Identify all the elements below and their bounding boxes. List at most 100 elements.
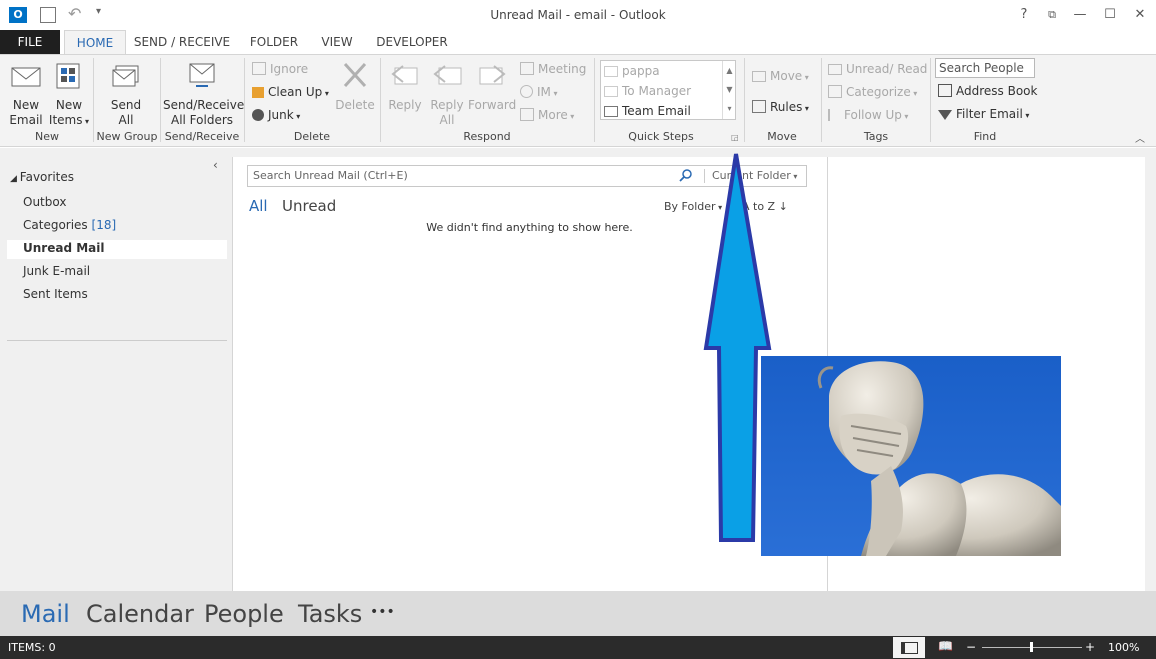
chevron-down-icon: ▾	[910, 89, 918, 98]
send-receive-all-folders-button[interactable]: Send/Receive All Folders	[163, 58, 244, 128]
maximize-button[interactable]: ☐	[1098, 4, 1122, 26]
quick-step-to-manager[interactable]: To Manager	[604, 81, 691, 101]
up-arrow-annotation	[703, 153, 772, 542]
folder-categories[interactable]: Categories [18]	[23, 218, 116, 232]
ignore-label: Ignore	[270, 62, 309, 76]
collapse-folder-pane-icon[interactable]: ‹	[213, 158, 218, 172]
zoom-level: 100%	[1108, 641, 1140, 654]
clean-up-button[interactable]: Clean Up ▾	[252, 82, 329, 102]
tab-send-receive[interactable]: SEND / RECEIVE	[132, 30, 232, 54]
new-email-icon	[11, 67, 41, 87]
nav-tasks[interactable]: Tasks	[298, 600, 362, 628]
envelope-icon	[828, 64, 842, 75]
folder-outbox[interactable]: Outbox	[23, 195, 66, 209]
folder-junk-email[interactable]: Junk E-mail	[23, 264, 90, 278]
right-edge	[1145, 148, 1156, 591]
search-people-input[interactable]: Search People	[935, 58, 1035, 78]
filter-unread-tab[interactable]: Unread	[282, 197, 336, 215]
ribbon-separator	[93, 58, 94, 142]
categories-count: [18]	[91, 218, 117, 232]
ignore-button[interactable]: Ignore	[252, 59, 308, 79]
search-icon[interactable]	[679, 168, 693, 182]
more-icon	[520, 108, 534, 121]
new-items-button[interactable]: New Items ▾	[48, 58, 90, 129]
clean-up-icon	[252, 87, 264, 98]
more-respond-button[interactable]: More ▾	[520, 105, 574, 125]
categories-label: Categories	[23, 218, 88, 232]
nav-more-icon[interactable]: •••	[370, 604, 395, 620]
reply-all-button[interactable]: Reply All	[426, 58, 468, 128]
nav-people[interactable]: People	[204, 600, 284, 628]
group-label-new: New	[35, 130, 59, 143]
quick-steps-scroll[interactable]: ▲ ▼ ▾	[722, 61, 736, 119]
collapse-ribbon-icon[interactable]: ︿	[1135, 130, 1145, 145]
normal-view-icon	[900, 642, 918, 654]
rules-label: Rules	[770, 100, 803, 114]
chevron-down-icon: ▾	[322, 89, 329, 98]
filter-icon	[938, 110, 952, 120]
close-button[interactable]: ✕	[1128, 4, 1152, 26]
categorize-button[interactable]: Categorize ▾	[828, 82, 917, 102]
follow-up-label: Follow Up	[844, 108, 902, 122]
im-label: IM	[537, 85, 551, 99]
follow-up-button[interactable]: Follow Up ▾	[828, 105, 908, 125]
new-items-icon	[56, 63, 80, 89]
filter-all-tab[interactable]: All	[249, 197, 268, 215]
folder-sent-items[interactable]: Sent Items	[23, 287, 88, 301]
reading-view-icon[interactable]: 📖	[938, 639, 953, 653]
tab-home[interactable]: HOME	[64, 30, 126, 54]
chevron-down-icon: ▾	[802, 73, 809, 82]
quick-step-icon	[604, 86, 618, 97]
unread-read-button[interactable]: Unread/ Read	[828, 59, 927, 79]
zoom-out-button[interactable]: −	[966, 640, 976, 654]
nav-calendar[interactable]: Calendar	[86, 600, 194, 628]
address-book-button[interactable]: Address Book	[938, 81, 1037, 101]
reply-all-label-2: All	[439, 113, 455, 127]
filter-email-button[interactable]: Filter Email ▾	[938, 104, 1029, 124]
forward-label: Forward	[468, 98, 517, 112]
new-email-button[interactable]: New Email	[4, 58, 48, 128]
new-email-label-2: Email	[9, 113, 43, 127]
group-label-new-group: New Group	[96, 130, 158, 143]
send-all-button[interactable]: Send All	[100, 58, 152, 128]
tab-file[interactable]: FILE	[0, 30, 60, 54]
nav-mail[interactable]: Mail	[21, 600, 70, 628]
group-label-quick-steps: Quick Steps	[628, 130, 694, 143]
chevron-down-icon: ▾	[802, 104, 809, 113]
folder-unread-mail[interactable]: Unread Mail	[23, 241, 104, 255]
meeting-button[interactable]: Meeting	[520, 59, 586, 79]
reply-all-label-1: Reply	[430, 98, 464, 112]
ribbon-separator	[380, 58, 381, 142]
chevron-down-icon: ▾	[293, 112, 301, 121]
dialog-launcher-icon[interactable]: ◲	[731, 133, 739, 142]
forward-button[interactable]: Forward	[468, 58, 516, 113]
help-button[interactable]: ?	[1012, 4, 1036, 26]
minimize-button[interactable]: —	[1068, 4, 1092, 26]
meeting-icon	[520, 62, 534, 75]
reply-button[interactable]: Reply	[384, 58, 426, 113]
move-button[interactable]: Move ▾	[752, 66, 809, 86]
group-label-respond: Respond	[463, 130, 511, 143]
quick-step-team-email[interactable]: Team Email	[604, 101, 691, 121]
unread-read-label: Unread/ Read	[846, 62, 928, 76]
zoom-in-button[interactable]: +	[1085, 640, 1095, 654]
chevron-down-icon: ▾	[550, 89, 558, 98]
delete-button[interactable]: Delete	[334, 58, 376, 113]
normal-view-button[interactable]	[893, 637, 925, 658]
rules-button[interactable]: Rules ▾	[752, 97, 809, 117]
tab-developer[interactable]: DEVELOPER	[372, 30, 452, 54]
tab-view[interactable]: VIEW	[314, 30, 360, 54]
quick-step-icon	[604, 106, 618, 117]
quick-step-pappa[interactable]: pappa	[604, 61, 660, 81]
ignore-icon	[252, 62, 266, 75]
forward-icon	[479, 65, 506, 85]
ribbon-display-options-button[interactable]: ⧉	[1040, 4, 1064, 26]
quick-step-label: To Manager	[622, 84, 692, 98]
move-label: Move	[770, 69, 803, 83]
ribbon-separator	[244, 58, 245, 142]
zoom-slider-thumb[interactable]	[1030, 642, 1033, 652]
im-button[interactable]: IM ▾	[520, 82, 557, 102]
junk-button[interactable]: Junk ▾	[252, 105, 300, 125]
favorites-header[interactable]: ◢ Favorites	[10, 170, 74, 184]
tab-folder[interactable]: FOLDER	[244, 30, 304, 54]
